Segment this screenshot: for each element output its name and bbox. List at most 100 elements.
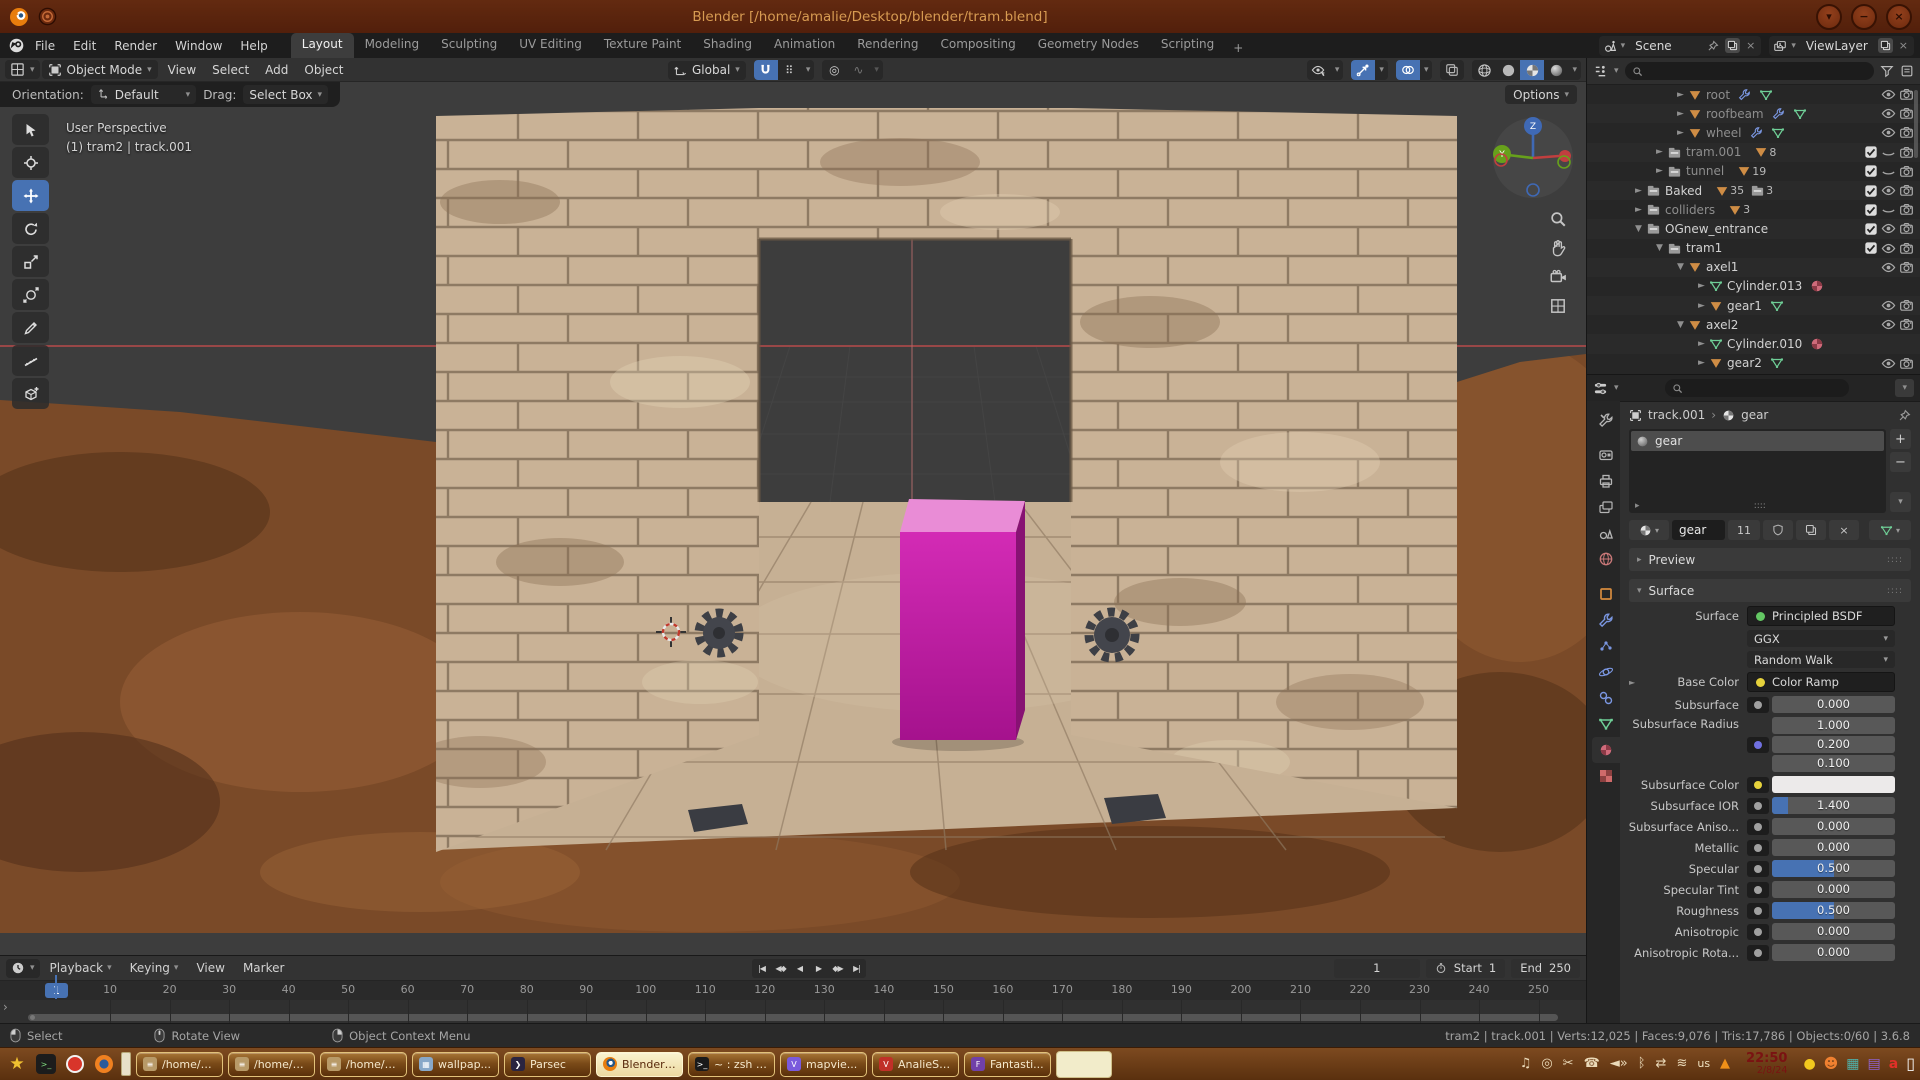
- tool-move-button[interactable]: [12, 180, 49, 211]
- viewport-menu-view[interactable]: View: [160, 63, 204, 77]
- workspace-tab-rendering[interactable]: Rendering: [846, 33, 929, 58]
- node-socket[interactable]: [1747, 882, 1769, 898]
- link-target-dropdown[interactable]: ▾: [1869, 520, 1911, 540]
- eye-open-icon[interactable]: [1881, 106, 1896, 121]
- surface-panel-header[interactable]: ▾ Surface ::::: [1629, 579, 1911, 602]
- value-slider[interactable]: 0.000: [1772, 923, 1895, 940]
- value-slider[interactable]: 0.000: [1772, 839, 1895, 856]
- outliner-item-axel2[interactable]: ▼axel2: [1587, 315, 1920, 334]
- properties-tab-tool[interactable]: [1592, 407, 1620, 433]
- wifi-icon[interactable]: ≋: [1676, 1056, 1687, 1071]
- workspace-tab-modeling[interactable]: Modeling: [354, 33, 431, 58]
- previous-keyframe-button[interactable]: ◀◆: [771, 959, 790, 978]
- show-desktop-icon[interactable]: ▯: [1906, 1054, 1915, 1073]
- fake-user-button[interactable]: [1763, 520, 1793, 540]
- properties-tab-world[interactable]: [1592, 546, 1620, 572]
- shading-dropdown[interactable]: ▾: [1568, 65, 1581, 75]
- taskbar-button-homea[interactable]: ≡/home/a...: [228, 1052, 315, 1077]
- disclosure-icon[interactable]: ▼: [1652, 243, 1667, 253]
- scene-selector[interactable]: ▾ Scene ×: [1599, 36, 1762, 56]
- eye-open-icon[interactable]: [1881, 125, 1896, 140]
- disclosure-icon[interactable]: ►: [1694, 301, 1709, 311]
- outliner-item-axel1[interactable]: ▼axel1: [1587, 258, 1920, 277]
- taskbar-button-wallpap[interactable]: ▦wallpap...: [412, 1052, 499, 1077]
- transform-orientation-dropdown[interactable]: Global ▾: [668, 61, 746, 80]
- tool-tweak-select-button[interactable]: [12, 114, 49, 145]
- falloff-dropdown[interactable]: ▾: [870, 65, 883, 75]
- taskbar-button-analiest[interactable]: VAnalieSt...: [872, 1052, 959, 1077]
- terminal-launcher-icon[interactable]: >_: [34, 1052, 58, 1076]
- check-icon[interactable]: [1864, 145, 1878, 160]
- notes-app-icon[interactable]: ▤: [1868, 1056, 1881, 1072]
- outliner-item-Cylinder.013[interactable]: ►Cylinder.013: [1587, 277, 1920, 296]
- navigation-gizmo[interactable]: Z Y: [1489, 114, 1577, 202]
- menu-edit[interactable]: Edit: [64, 39, 105, 53]
- node-socket[interactable]: [1747, 737, 1769, 753]
- bluetooth-icon[interactable]: ᛒ: [1638, 1056, 1646, 1071]
- duplicate-material-button[interactable]: [1796, 520, 1826, 540]
- value-slider[interactable]: 0.000: [1772, 818, 1895, 835]
- visibility-dropdown[interactable]: ▾: [1331, 65, 1344, 75]
- drag-grip-icon[interactable]: ::::: [1887, 586, 1903, 596]
- outliner-item-tram.001[interactable]: ►tram.0018: [1587, 143, 1920, 162]
- pin-icon[interactable]: [1705, 40, 1721, 52]
- camera-icon[interactable]: [1899, 106, 1914, 121]
- camera-icon[interactable]: [1899, 202, 1914, 217]
- outliner-item-gear2[interactable]: ►gear2: [1587, 354, 1920, 373]
- play-button[interactable]: ▶: [809, 959, 828, 978]
- select-dropdown[interactable]: Random Walk▾: [1747, 651, 1895, 668]
- node-socket[interactable]: [1747, 903, 1769, 919]
- node-socket[interactable]: [1747, 819, 1769, 835]
- viewlayer-selector[interactable]: ▾ ViewLayer ×: [1769, 36, 1914, 56]
- camera-icon[interactable]: [1899, 317, 1914, 332]
- camera-icon[interactable]: [1899, 241, 1914, 256]
- preview-panel-header[interactable]: ▸ Preview ::::: [1629, 548, 1911, 571]
- tool-transform-button[interactable]: [12, 279, 49, 310]
- tool-measure-button[interactable]: [12, 345, 49, 376]
- xray-toggle[interactable]: [1440, 60, 1464, 80]
- remove-slot-button[interactable]: −: [1890, 452, 1911, 472]
- record-icon[interactable]: ◎: [1541, 1056, 1552, 1071]
- timeline-ruler[interactable]: 1 10203040506070809010011012013014015016…: [0, 980, 1586, 1000]
- taskbar-button-fantasti[interactable]: FFantasti...: [964, 1052, 1051, 1077]
- viewport-menu-select[interactable]: Select: [204, 63, 257, 77]
- eye-open-icon[interactable]: [1881, 87, 1896, 102]
- orientation-default-dropdown[interactable]: Default ▾: [91, 85, 196, 104]
- workspace-tab-animation[interactable]: Animation: [763, 33, 846, 58]
- disclosure-icon[interactable]: ►: [1673, 109, 1688, 119]
- properties-tab-material[interactable]: [1592, 737, 1620, 763]
- taskbar-button-parsec[interactable]: ❯Parsec: [504, 1052, 591, 1077]
- outliner-item-Baked[interactable]: ►Baked353: [1587, 181, 1920, 200]
- material-slot-row[interactable]: gear: [1631, 431, 1884, 451]
- snap-dropdown[interactable]: ▾: [802, 65, 815, 75]
- properties-tab-particles[interactable]: [1592, 633, 1620, 659]
- orange-browser-icon[interactable]: [92, 1052, 116, 1076]
- eye-open-icon[interactable]: [1881, 260, 1896, 275]
- node-socket[interactable]: [1747, 861, 1769, 877]
- outliner-item-tunnel[interactable]: ►tunnel19: [1587, 162, 1920, 181]
- overlays-dropdown[interactable]: ▾: [1420, 65, 1433, 75]
- value-slider[interactable]: 1.000: [1772, 717, 1895, 734]
- value-slider[interactable]: 0.100: [1772, 755, 1895, 772]
- camera-icon[interactable]: [1899, 260, 1914, 275]
- new-viewlayer-icon[interactable]: [1878, 38, 1893, 53]
- taskbar-button-mapvie[interactable]: Vmapvie...: [780, 1052, 867, 1077]
- timeline-expand-chevron[interactable]: ›: [3, 1000, 8, 1014]
- workspace-tab-scripting[interactable]: Scripting: [1150, 33, 1225, 58]
- shading-material-button[interactable]: [1520, 60, 1544, 80]
- disclosure-icon[interactable]: ►: [1652, 166, 1667, 176]
- disclosure-icon[interactable]: ►: [1673, 128, 1688, 138]
- a-app-icon[interactable]: a: [1889, 1056, 1898, 1072]
- frame-range-end[interactable]: End250: [1511, 959, 1580, 978]
- unlink-material-button[interactable]: ×: [1829, 520, 1859, 540]
- volume-icon[interactable]: ◄»: [1610, 1056, 1628, 1071]
- material-slot-list[interactable]: gear ▸ ::::: [1629, 429, 1886, 513]
- viewport-menu-add[interactable]: Add: [257, 63, 296, 77]
- phone-icon[interactable]: ☎: [1584, 1056, 1600, 1071]
- filter-icon[interactable]: [1880, 64, 1894, 78]
- taskbar-button-zsh[interactable]: >_~ : zsh —...: [688, 1052, 775, 1077]
- node-socket[interactable]: [1747, 840, 1769, 856]
- value-slider[interactable]: 1.400: [1772, 797, 1895, 814]
- menu-render[interactable]: Render: [105, 39, 166, 53]
- music-icon[interactable]: ♫: [1520, 1056, 1532, 1071]
